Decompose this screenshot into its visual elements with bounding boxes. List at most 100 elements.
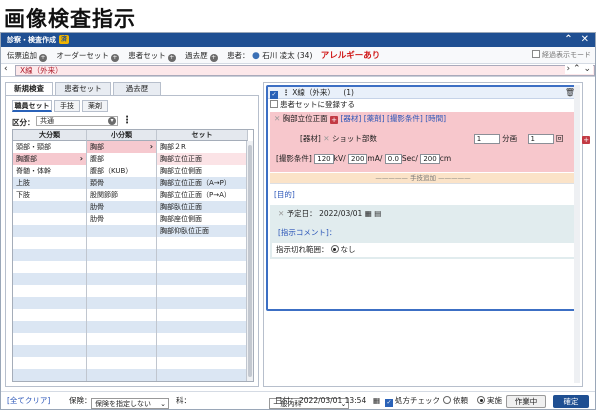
sec-unit: Sec/ — [401, 154, 418, 163]
order-tab[interactable]: X線（外来） — [15, 65, 595, 76]
list-item — [157, 249, 247, 261]
equipment-unit: 分画 — [502, 134, 518, 143]
list-item — [157, 237, 247, 249]
calendar-icon[interactable]: ▦ — [373, 392, 380, 410]
comment-label[interactable]: [指示コメント]： — [278, 227, 336, 238]
list-item[interactable]: 頚骨 — [87, 177, 156, 189]
list-item[interactable]: 胸部立位正面（P→A） — [157, 189, 247, 201]
tab-new-exam[interactable]: 新規検査 — [5, 82, 53, 95]
equipment-qty-input[interactable]: 1 — [473, 134, 500, 144]
card-count: (1) — [343, 88, 354, 97]
list-item[interactable]: 胸腹部 › — [13, 153, 86, 165]
add-slip-button[interactable]: 伝票追加 + — [7, 47, 47, 64]
list-item[interactable]: 胸部立位正面（A→P） — [157, 177, 247, 189]
sec-input[interactable]: 0.0 — [384, 154, 402, 164]
list-item[interactable]: 胸部仰臥位正面 — [157, 225, 247, 237]
list-item[interactable]: 胸部立位側面 — [157, 165, 247, 177]
more-icon[interactable]: ⋮ — [282, 88, 290, 97]
condition-link[interactable]: [撮影条件] — [387, 114, 423, 123]
calendar-edit-icon[interactable]: ▤ — [374, 209, 381, 218]
drug-link[interactable]: [薬剤] — [364, 114, 385, 123]
tab-patient-set[interactable]: 患者セット — [55, 82, 111, 95]
list-item — [87, 273, 156, 285]
list-item[interactable]: 脊髄・体幹 — [13, 165, 86, 177]
ma-input[interactable]: 200 — [348, 154, 368, 164]
execute-radio[interactable]: 実施 — [475, 392, 502, 410]
list-item[interactable]: 胸部座位側面 — [157, 213, 247, 225]
cm-input[interactable]: 200 — [420, 154, 440, 164]
checkbox[interactable] — [532, 50, 540, 58]
register-checkbox[interactable] — [270, 100, 278, 108]
list-item — [157, 297, 247, 309]
history-mode-toggle[interactable]: 経過表示モード — [532, 47, 591, 64]
grid-scrollbar[interactable] — [246, 141, 253, 381]
list-item — [13, 297, 86, 309]
equipment-link[interactable]: [器材] — [340, 114, 361, 123]
time-link[interactable]: [時間] — [425, 114, 446, 123]
insurance-select[interactable]: 保険を指定しない ⌄ — [91, 398, 169, 409]
patient-label: 患者： — [227, 51, 250, 60]
add-icon[interactable]: + — [582, 136, 591, 144]
kubun-select[interactable]: 共通 ▾ — [36, 116, 118, 126]
equipment-label: [器材] — [300, 134, 321, 143]
right-scrollbar[interactable] — [574, 85, 580, 383]
scrollbar-thumb[interactable] — [248, 145, 252, 377]
tab-history[interactable]: 過去歴 — [113, 82, 161, 95]
list-item[interactable]: 下肢 — [13, 189, 86, 201]
close-icon[interactable]: ✕ — [278, 209, 284, 218]
list-item — [87, 249, 156, 261]
list-item[interactable]: 腹部 — [87, 153, 156, 165]
chevron-down-icon: ⌄ — [160, 400, 166, 408]
kv-input[interactable]: 120 — [314, 154, 334, 164]
close-icon[interactable]: ✕ — [274, 114, 280, 123]
list-item — [13, 321, 86, 333]
list-item[interactable]: 肋骨 — [87, 201, 156, 213]
allergy-badge[interactable]: アレルギーあり — [321, 51, 381, 61]
chevron-right-icon: › — [79, 154, 83, 163]
down-icon[interactable]: ⌄ — [583, 64, 591, 74]
patient-set-button[interactable]: 患者セット + — [128, 47, 176, 64]
add-procedure-link[interactable]: ————— 手技追加 ————— — [270, 173, 576, 183]
list-item — [87, 225, 156, 237]
list-item[interactable]: 頭部・頸部 — [13, 141, 86, 153]
equipment-qty2-input[interactable]: 1 — [527, 134, 554, 144]
window-title: 診察・検査作成 — [7, 36, 56, 44]
list-item[interactable]: 股関節節 — [87, 189, 156, 201]
history-button[interactable]: 過去歴 + — [185, 47, 218, 64]
working-button[interactable]: 作業中 — [506, 395, 546, 408]
register-row[interactable]: 患者セットに登録する — [268, 99, 578, 111]
up-icon[interactable]: ⌃ — [573, 64, 581, 74]
list-item[interactable]: 腹部（KUB） — [87, 165, 156, 177]
list-item[interactable]: 胸部臥位正面 — [157, 201, 247, 213]
purpose-label[interactable]: [目的] — [274, 189, 295, 200]
list-item[interactable]: 肋骨 — [87, 213, 156, 225]
request-radio[interactable]: 依頼 — [441, 392, 468, 410]
close-icon[interactable]: ✕ — [581, 34, 589, 45]
list-item[interactable]: 胸部２R — [157, 141, 247, 153]
condition-row: [撮影条件] 120 kV/ 200 mA/ 0.0 Sec/ 200 cm — [276, 153, 451, 165]
next-icon[interactable]: › — [567, 64, 571, 74]
confirm-button[interactable]: 確定 — [553, 395, 589, 408]
add-icon[interactable]: + — [330, 116, 339, 124]
calendar-icon[interactable]: ▦ — [365, 209, 372, 218]
list-item — [87, 369, 156, 381]
clear-all-link[interactable]: [全てクリア] — [7, 392, 50, 410]
order-window: 診察・検査作成済 ⌃ ✕ 伝票追加 + オーダーセット + 患者セット + 過去歴 + 患… — [0, 32, 596, 410]
close-icon[interactable]: ✕ — [323, 134, 329, 143]
collapse-icon[interactable]: ⌃ — [564, 34, 572, 45]
card-checkbox[interactable]: ✓ — [270, 91, 278, 99]
list-item[interactable]: 上肢 — [13, 177, 86, 189]
subtab-drug[interactable]: 薬剤 — [82, 100, 108, 112]
rx-check[interactable]: ✓ 処方チェック — [385, 392, 440, 410]
subtab-procedure[interactable]: 手技 — [54, 100, 80, 112]
order-set-button[interactable]: オーダーセット + — [56, 47, 119, 64]
person-icon: ● — [251, 51, 260, 61]
subtab-staff-set[interactable]: 職員セット — [12, 100, 52, 112]
order-card: ✓ ⋮ X線（外来） (1) 🗑 患者セットに登録する ✕ 胸部立位正面 + [… — [266, 85, 591, 311]
switch-radio[interactable] — [330, 245, 339, 253]
list-item[interactable]: 胸部立位正面 — [157, 153, 247, 165]
more-icon[interactable]: ⋮ — [122, 115, 132, 126]
purpose-section[interactable]: [目的] — [270, 183, 576, 205]
prev-icon[interactable]: ‹ — [4, 64, 8, 74]
list-item[interactable]: 胸部 › — [87, 141, 156, 153]
